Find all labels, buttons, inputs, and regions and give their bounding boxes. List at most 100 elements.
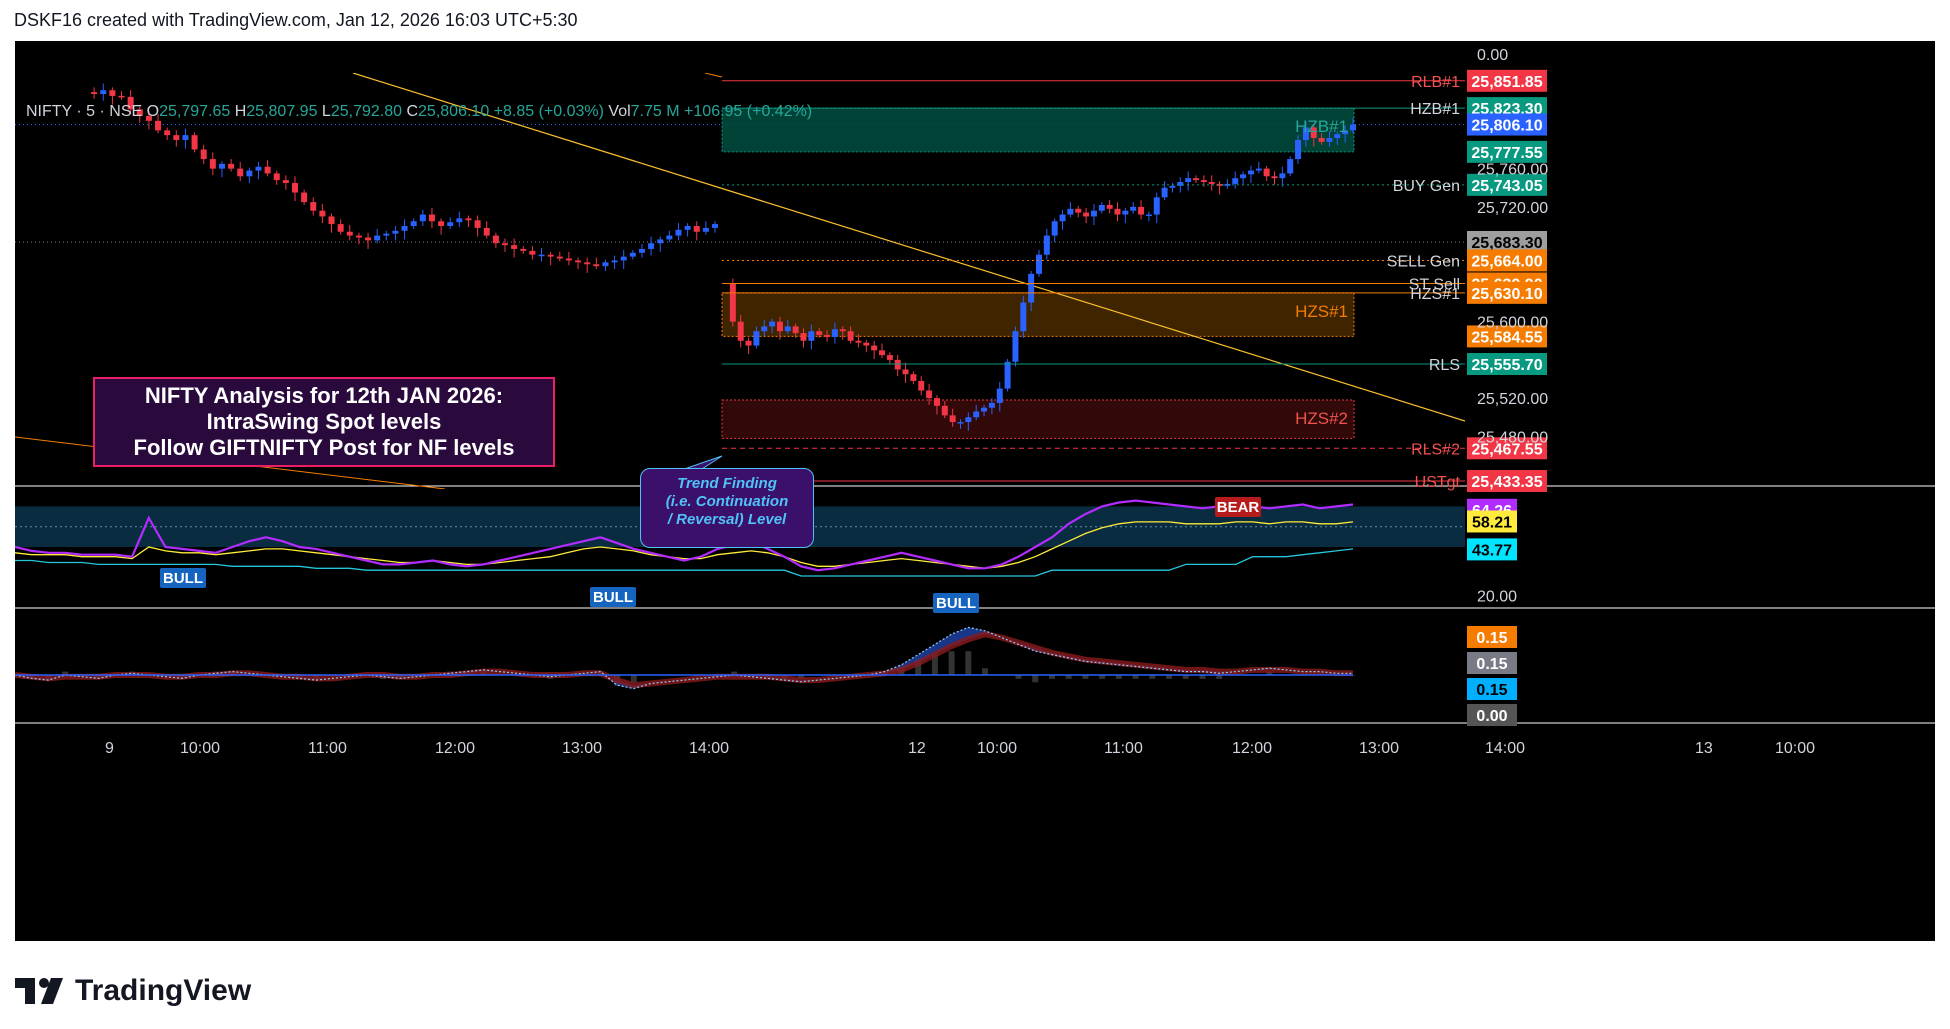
- day1-candle: [410, 221, 417, 227]
- day2-candle: [1232, 178, 1239, 184]
- day1-candle: [100, 90, 107, 95]
- day2-candle: [1067, 208, 1074, 215]
- volume-value: 7.75 M: [630, 103, 680, 120]
- signal-badge-label: BULL: [163, 570, 203, 587]
- macd-value-label: 0.15: [1476, 630, 1507, 647]
- day1-candle: [602, 262, 609, 267]
- macd-histogram-bar: [630, 675, 637, 683]
- trendline-stub: [704, 73, 723, 78]
- day2-candle: [1263, 168, 1270, 177]
- day1-candle: [109, 90, 116, 96]
- day2-candle: [902, 369, 909, 375]
- day1-candle: [547, 254, 554, 257]
- day2-candle: [855, 340, 862, 343]
- macd-value-label: 0.00: [1476, 708, 1507, 725]
- x-tick-label: 9: [105, 740, 114, 757]
- low-label: L: [321, 103, 331, 120]
- y-tick-label: 25,720.00: [1477, 200, 1548, 217]
- level-name: RLB#1: [1411, 74, 1460, 91]
- day1-candle: [575, 260, 582, 263]
- day2-candle: [996, 388, 1003, 403]
- analysis-line-2: IntraSwing Spot levels: [206, 409, 442, 434]
- day2-candle: [1318, 138, 1325, 142]
- macd-histogram-bar: [965, 651, 972, 676]
- day2-candle: [926, 390, 933, 399]
- day2-candle: [1028, 273, 1035, 303]
- day2-candle: [879, 350, 885, 356]
- day1-candle: [502, 243, 508, 246]
- day1-candle: [374, 235, 381, 241]
- day1-candle: [556, 256, 563, 259]
- volume-label: Vol: [608, 103, 631, 120]
- day2-candle: [784, 326, 791, 332]
- signal-badge-label: BULL: [593, 589, 633, 606]
- change-value: +8.85 (+0.03%): [493, 103, 604, 120]
- price-tag-label: 25,777.55: [1471, 145, 1542, 162]
- day2-candle: [1208, 182, 1215, 184]
- chart-svg[interactable]: HZB#1HZS#1HZS#2RLB#1 25,851.85HZB#1 25,823…: [15, 41, 1935, 941]
- x-tick-label: 12: [908, 740, 926, 757]
- level-name: RLS: [1429, 357, 1460, 374]
- day2-candle: [957, 422, 964, 424]
- trend-finding-callout[interactable]: Trend Finding (i.e. Continuation / Rever…: [640, 468, 814, 548]
- day2-candle: [1138, 206, 1145, 215]
- day1-candle: [657, 239, 664, 244]
- day1-candle: [684, 226, 691, 230]
- day2-candle: [753, 331, 760, 346]
- day1-candle: [383, 233, 390, 236]
- day1-candle: [328, 216, 335, 225]
- day2-candle: [1326, 138, 1333, 142]
- day2-candle: [1193, 178, 1199, 181]
- ohlc-legend: NIFTY · 5 · NSE O25,797.65 H25,807.95 L2…: [26, 103, 812, 121]
- day1-candle: [264, 166, 271, 174]
- day1-candle: [675, 229, 682, 236]
- day2-candle: [886, 355, 893, 360]
- day2-candle: [973, 411, 980, 418]
- day2-candle: [831, 329, 838, 337]
- day1-candle: [611, 260, 618, 263]
- zone-hzs-2: [721, 399, 1355, 439]
- open-label: O: [146, 103, 160, 120]
- day1-candle: [292, 182, 298, 193]
- y-tick-label: 25,760.00: [1477, 162, 1548, 179]
- day2-candle: [824, 335, 831, 337]
- day2-candle: [792, 326, 799, 334]
- day1-candle: [365, 237, 372, 241]
- day2-candle: [1075, 208, 1082, 213]
- day1-candle: [511, 245, 518, 249]
- symbol-label: NIFTY · 5 · NSE: [26, 103, 143, 120]
- day1-candle: [666, 235, 673, 240]
- day2-candle: [1161, 187, 1168, 198]
- day1-candle: [428, 214, 435, 222]
- day2-candle: [816, 331, 823, 336]
- x-tick-label: 10:00: [180, 740, 220, 757]
- chart-area[interactable]: HZB#1 HZS#1 HZS#2 RLB#1 25,851.85 HZB#1 25,823…: [15, 41, 1935, 941]
- day2-candle: [988, 402, 995, 408]
- price-tag-label: 25,806.10: [1471, 118, 1542, 135]
- y-tick-label: 25,480.00: [1477, 429, 1548, 446]
- day1-candle: [255, 166, 262, 171]
- trend-finding-line-2: (i.e. Continuation: [665, 493, 789, 510]
- day1-candle: [538, 254, 545, 257]
- analysis-note[interactable]: NIFTY Analysis for 12th JAN 2026: IntraS…: [93, 377, 555, 467]
- zone-hzb-1: [721, 107, 1355, 153]
- day1-candle: [237, 168, 244, 177]
- price-tag-label: 25,584.55: [1471, 329, 1542, 346]
- tradingview-logo[interactable]: TradingView: [15, 974, 251, 1008]
- day1-candle: [319, 210, 326, 217]
- day2-candle: [1350, 124, 1356, 131]
- x-tick-label: 10:00: [1775, 740, 1815, 757]
- day2-candle: [1083, 212, 1090, 217]
- day2-candle: [1200, 180, 1207, 183]
- day1-candle: [456, 218, 463, 223]
- day2-candle: [769, 321, 776, 327]
- zone-hzs-1: [721, 292, 1355, 337]
- day1-candle: [200, 149, 207, 160]
- price-tag-label: 25,433.35: [1471, 474, 1542, 491]
- day1-candle: [155, 120, 162, 131]
- day2-candle: [1130, 206, 1137, 211]
- day1-candle: [228, 163, 235, 169]
- day2-candle: [1153, 197, 1160, 215]
- day2-candle: [1247, 170, 1254, 175]
- day1-candle: [346, 231, 353, 236]
